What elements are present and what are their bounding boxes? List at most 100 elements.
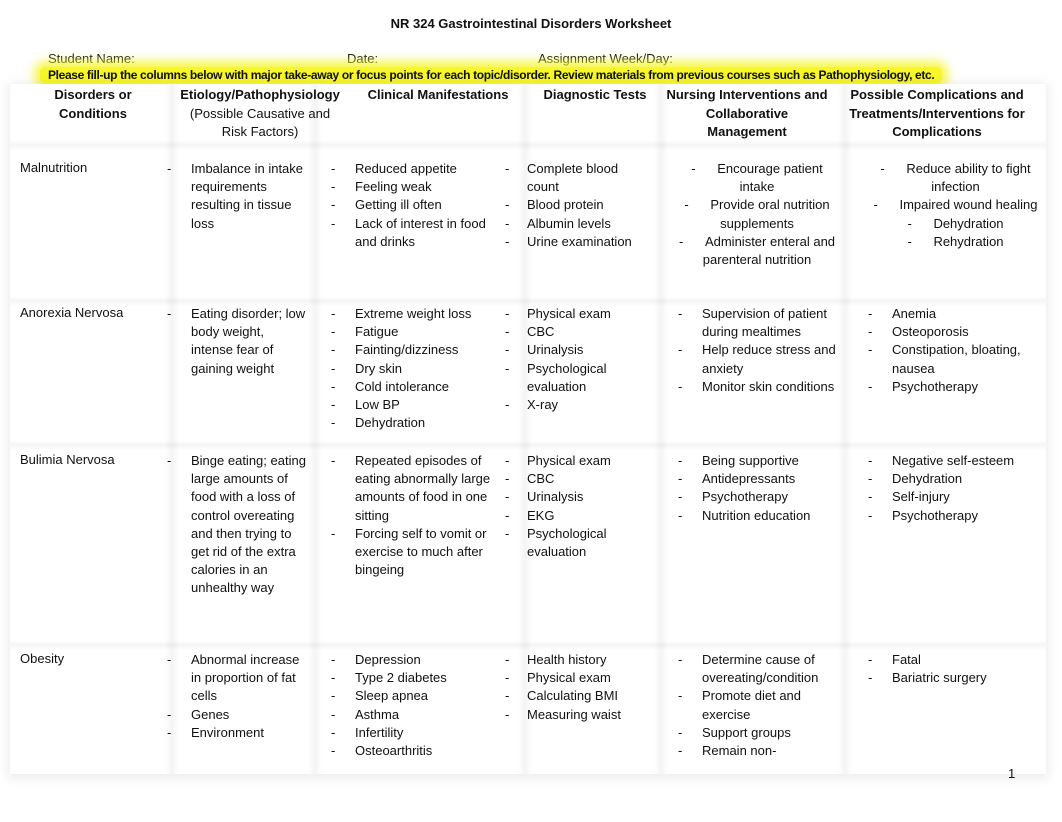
list-item: Rehydration [868, 233, 1043, 251]
cell-nursing: Being supportiveAntidepressantsPsychothe… [678, 452, 836, 525]
list-item: Physical exam [505, 669, 639, 687]
list-item: Abnormal increase in proportion of fat c… [167, 651, 307, 706]
cell-nursing: Supervision of patient during mealtimesH… [678, 305, 836, 396]
cell-clinical: Extreme weight lossFatigueFainting/dizzi… [331, 305, 491, 433]
header-etiology-subtitle: (Possible Causative and Risk Factors) [189, 105, 331, 140]
column-divider [838, 84, 852, 774]
cell-etiology: Binge eating; eating large amounts of fo… [167, 452, 307, 598]
list-item: Calculating BMI [505, 687, 639, 705]
list-item: Infertility [331, 724, 491, 742]
list-item: Promote diet and exercise [678, 687, 836, 723]
cell-diagnostic: Physical examCBCUrinalysisEKGPsychologic… [505, 452, 639, 561]
student-name-label: Student Name: [48, 51, 135, 66]
clinical-list: Extreme weight lossFatigueFainting/dizzi… [331, 305, 491, 433]
list-item: Osteoporosis [868, 323, 1043, 341]
etiology-list: Abnormal increase in proportion of fat c… [167, 651, 307, 742]
header-etiology-title: Etiology/Pathophysiology [180, 87, 340, 102]
cell-nursing: Determine cause of overeating/conditionP… [678, 651, 836, 760]
complications-list: FatalBariatric surgery [868, 651, 1043, 688]
row-divider [10, 140, 1046, 150]
list-item: Determine cause of overeating/condition [678, 651, 836, 687]
cell-clinical: DepressionType 2 diabetesSleep apneaAsth… [331, 651, 491, 760]
clinical-list: DepressionType 2 diabetesSleep apneaAsth… [331, 651, 491, 760]
list-item: CBC [505, 470, 639, 488]
list-item: Lack of interest in food and drinks [331, 215, 491, 251]
instructions-highlight: Please fill-up the columns below with ma… [40, 67, 943, 83]
page-number: 1 [1008, 766, 1016, 781]
header-diagnostic: Diagnostic Tests [543, 87, 647, 102]
list-item: Cold intolerance [331, 378, 491, 396]
list-item: Fatal [868, 651, 1043, 669]
row-divider [10, 640, 1046, 650]
worksheet-table: Disorders or Conditions Etiology/Pathoph… [10, 84, 1046, 774]
complications-list: Reduce ability to fight infectionImpaire… [868, 160, 1043, 251]
cell-complications: Reduce ability to fight infectionImpaire… [868, 160, 1043, 251]
list-item: Help reduce stress and anxiety [678, 341, 836, 377]
list-item: Antidepressants [678, 470, 836, 488]
nursing-list: Being supportiveAntidepressantsPsychothe… [678, 452, 836, 525]
list-item: Getting ill often [331, 196, 491, 214]
etiology-list: Eating disorder; low body weight, intens… [167, 305, 307, 378]
list-item: Urine examination [505, 233, 639, 251]
list-item: Being supportive [678, 452, 836, 470]
list-item: Supervision of patient during mealtimes [678, 305, 836, 341]
header-clinical: Clinical Manifestations [367, 87, 509, 102]
list-item: Dehydration [331, 414, 491, 432]
diagnostic-list: Physical examCBCUrinalysisEKGPsychologic… [505, 452, 639, 561]
column-divider [654, 84, 668, 774]
cell-clinical: Repeated episodes of eating abnormally l… [331, 452, 491, 579]
nursing-list: Encourage patient intakeProvide oral nut… [678, 160, 836, 269]
list-item: Repeated episodes of eating abnormally l… [331, 452, 491, 525]
row-divider [10, 440, 1046, 450]
list-item: Constipation, bloating, nausea [868, 341, 1043, 377]
list-item: EKG [505, 507, 639, 525]
clinical-list: Repeated episodes of eating abnormally l… [331, 452, 491, 579]
nursing-list: Determine cause of overeating/conditionP… [678, 651, 836, 760]
list-item: Environment [167, 724, 307, 742]
cell-nursing: Encourage patient intakeProvide oral nut… [678, 160, 836, 269]
list-item: Negative self-esteem [868, 452, 1043, 470]
list-item: Albumin levels [505, 215, 639, 233]
disorder-name: Obesity [20, 651, 65, 666]
list-item: Remain non- [678, 742, 836, 760]
diagnostic-list: Health historyPhysical examCalculating B… [505, 651, 639, 724]
cell-diagnostic: Complete blood countBlood proteinAlbumin… [505, 160, 639, 251]
list-item: Extreme weight loss [331, 305, 491, 323]
list-item: Nutrition education [678, 507, 836, 525]
header-complications: Possible Complications and Treatments/In… [849, 87, 1025, 139]
cell-complications: FatalBariatric surgery [868, 651, 1043, 688]
clinical-list: Reduced appetiteFeeling weakGetting ill … [331, 160, 491, 251]
list-item: Reduce ability to fight infection [868, 160, 1043, 196]
etiology-list: Imbalance in intake requirements resulti… [167, 160, 307, 233]
list-item: Dry skin [331, 360, 491, 378]
list-item: Psychological evaluation [505, 525, 639, 561]
list-item: Psychological evaluation [505, 360, 639, 396]
list-item: X-ray [505, 396, 639, 414]
list-item: Reduced appetite [331, 160, 491, 178]
diagnostic-list: Physical examCBCUrinalysisPsychological … [505, 305, 639, 414]
list-item: Monitor skin conditions [678, 378, 836, 396]
complications-list: Negative self-esteemDehydrationSelf-inju… [868, 452, 1043, 525]
disorder-name: Bulimia Nervosa [20, 452, 115, 467]
cell-diagnostic: Health historyPhysical examCalculating B… [505, 651, 639, 724]
list-item: Physical exam [505, 305, 639, 323]
cell-etiology: Eating disorder; low body weight, intens… [167, 305, 307, 378]
disorder-name: Malnutrition [20, 160, 88, 175]
list-item: Administer enteral and parenteral nutrit… [678, 233, 836, 269]
cell-complications: AnemiaOsteoporosisConstipation, bloating… [868, 305, 1043, 396]
list-item: Urinalysis [505, 341, 639, 359]
list-item: Eating disorder; low body weight, intens… [167, 305, 307, 378]
worksheet-title: NR 324 Gastrointestinal Disorders Worksh… [390, 16, 672, 31]
list-item: Encourage patient intake [678, 160, 836, 196]
list-item: Bariatric surgery [868, 669, 1043, 687]
list-item: Measuring waist [505, 706, 639, 724]
list-item: Complete blood count [505, 160, 639, 196]
list-item: Forcing self to vomit or exercise to muc… [331, 525, 491, 580]
header-etiology: Etiology/Pathophysiology (Possible Causa… [176, 86, 344, 142]
column-divider [308, 84, 322, 774]
list-item: Genes [167, 706, 307, 724]
header-nursing: Nursing Interventions and Collaborative … [666, 87, 828, 139]
list-item: Provide oral nutrition supplements [678, 196, 836, 232]
cell-complications: Negative self-esteemDehydrationSelf-inju… [868, 452, 1043, 525]
list-item: Blood protein [505, 196, 639, 214]
